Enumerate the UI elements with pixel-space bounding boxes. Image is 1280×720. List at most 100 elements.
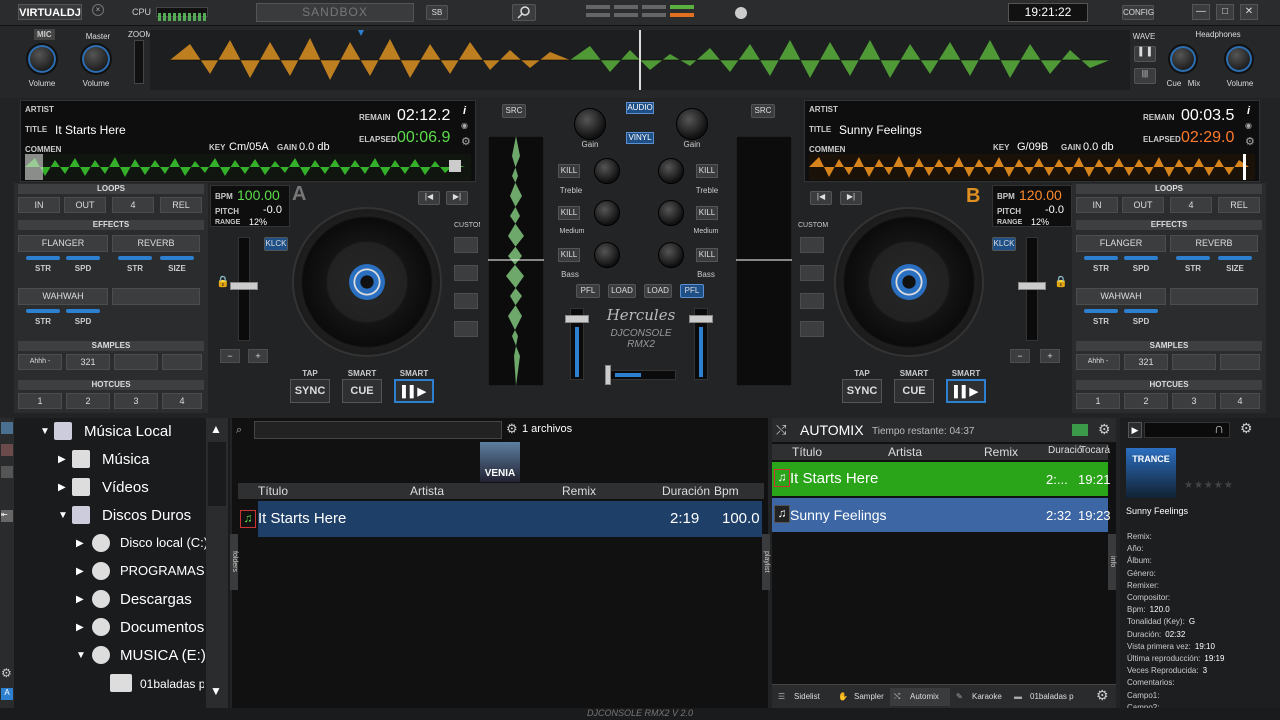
keylock-button[interactable]: KLCK bbox=[264, 237, 288, 251]
deck-b-medium-knob[interactable] bbox=[658, 200, 684, 226]
deck-b-medium-kill[interactable]: KILL bbox=[696, 206, 718, 220]
deck-a-treble-knob[interactable] bbox=[594, 158, 620, 184]
tab-sidelist[interactable]: ☰ Sidelist bbox=[774, 688, 834, 706]
browser-view-icon[interactable] bbox=[1, 422, 13, 434]
custom-button-1[interactable] bbox=[800, 237, 824, 253]
fx3-str-slider[interactable] bbox=[26, 309, 60, 313]
deck-a-bass-knob[interactable] bbox=[594, 242, 620, 268]
skin-selector[interactable]: SANDBOX bbox=[256, 3, 414, 22]
fx2-str-slider[interactable] bbox=[118, 256, 152, 260]
effect-wahwah-button[interactable]: WAHWAH bbox=[1076, 288, 1166, 305]
loop-out-button[interactable]: OUT bbox=[1122, 197, 1164, 213]
pitch-minus-button[interactable]: − bbox=[1010, 349, 1030, 363]
tab-sampler[interactable]: ✋ Sampler bbox=[834, 688, 892, 706]
minimize-icon[interactable]: — bbox=[1192, 4, 1210, 20]
close-icon[interactable]: ✕ bbox=[1240, 4, 1258, 20]
col-duration[interactable]: Duració bbox=[1048, 445, 1082, 456]
custom-button-2[interactable] bbox=[800, 265, 824, 281]
deck-a-src-button[interactable]: SRC bbox=[502, 104, 526, 118]
custom-button-1[interactable] bbox=[454, 237, 478, 253]
config-button[interactable]: CONFIG bbox=[1122, 5, 1154, 20]
pitch-plus-button[interactable]: + bbox=[1040, 349, 1060, 363]
tree-item-musica-local[interactable]: Música Local bbox=[84, 423, 172, 440]
fx1-str-slider[interactable] bbox=[26, 256, 60, 260]
info-tab[interactable]: info bbox=[1108, 534, 1116, 590]
tree-item-disco-c[interactable]: Disco local (C:) bbox=[120, 535, 208, 550]
fx3-spd-slider[interactable] bbox=[1124, 309, 1158, 313]
audio-mode-button[interactable]: AUDIO bbox=[626, 102, 654, 114]
info-icon[interactable]: i bbox=[463, 105, 466, 117]
loop-in-button[interactable]: IN bbox=[18, 197, 60, 213]
automix-row-next[interactable]: ♫ Sunny Feelings 2:32 19:23 bbox=[772, 498, 1111, 532]
mic-volume-knob[interactable] bbox=[26, 43, 58, 75]
sample-slot-4[interactable] bbox=[162, 354, 202, 370]
wave-mode-button[interactable]: ▌▐ bbox=[1134, 46, 1156, 62]
tree-item-discos-duros[interactable]: Discos Duros bbox=[102, 507, 191, 524]
side-settings-icon[interactable]: ⚙ bbox=[1240, 420, 1253, 437]
effect-reverb-button[interactable]: REVERB bbox=[1170, 235, 1258, 252]
deck-b-cue-button[interactable]: CUE bbox=[894, 379, 934, 403]
deck-a-jog-wheel[interactable] bbox=[292, 207, 442, 357]
browser-settings-icon[interactable]: ⚙ bbox=[1, 666, 12, 680]
crossfader[interactable] bbox=[605, 365, 676, 385]
loop-length-button[interactable]: 4 bbox=[112, 197, 154, 213]
vinyl-mode-button[interactable]: VINYL bbox=[626, 132, 654, 144]
headphones-icon[interactable]: ∩ bbox=[1214, 420, 1224, 436]
tree-item-videos[interactable]: Vídeos bbox=[102, 479, 149, 496]
tab-automix[interactable]: ⤭ Automix bbox=[890, 688, 950, 706]
scroll-thumb[interactable] bbox=[208, 442, 226, 506]
deck-b-sync-button[interactable]: SYNC bbox=[842, 379, 882, 403]
sb-button[interactable]: SB bbox=[426, 5, 448, 20]
deck-a-track-waveform[interactable] bbox=[25, 154, 471, 180]
tree-scrollbar[interactable]: ▲ ▼ bbox=[206, 418, 228, 716]
deck-b-bass-kill[interactable]: KILL bbox=[696, 248, 718, 262]
play-preview-icon[interactable]: ▶ bbox=[1128, 422, 1142, 438]
effect-reverb-button[interactable]: REVERB bbox=[112, 235, 200, 252]
deck-b-bass-knob[interactable] bbox=[658, 242, 684, 268]
back-icon[interactable]: ⇤ bbox=[1, 510, 13, 522]
sample-slot-1[interactable]: Ahhh - Scra... bbox=[18, 354, 62, 370]
deck-a-pfl-button[interactable]: PFL bbox=[576, 284, 600, 298]
next-track-icon[interactable]: ▶| bbox=[840, 191, 862, 205]
layout-selector[interactable] bbox=[586, 5, 696, 21]
keylock-button[interactable]: KLCK bbox=[992, 237, 1016, 251]
deck-a-sync-button[interactable]: SYNC bbox=[290, 379, 330, 403]
deck-a-medium-knob[interactable] bbox=[594, 200, 620, 226]
fx2-str-slider[interactable] bbox=[1176, 256, 1210, 260]
effect-flanger-button[interactable]: FLANGER bbox=[1076, 235, 1166, 252]
hotcue-2-button[interactable]: 2 bbox=[1124, 393, 1168, 409]
col-duration[interactable]: Duración bbox=[662, 484, 710, 498]
tree-item-descargas[interactable]: Descargas bbox=[120, 591, 192, 608]
rating-stars[interactable]: ★★★★★ bbox=[1184, 480, 1234, 491]
next-track-icon[interactable]: ▶| bbox=[446, 191, 468, 205]
deck-a-cue-button[interactable]: CUE bbox=[342, 379, 382, 403]
network-view-icon[interactable] bbox=[1, 466, 13, 478]
folders-tab[interactable]: folders bbox=[230, 534, 238, 590]
tab-folder[interactable]: ▬ 01baladas p bbox=[1010, 688, 1082, 706]
deck-b-treble-kill[interactable]: KILL bbox=[696, 164, 718, 178]
deck-b-track-waveform[interactable] bbox=[809, 154, 1255, 180]
tree-item-musica-e[interactable]: MUSICA (E:) bbox=[120, 647, 206, 664]
cue-mix-knob[interactable] bbox=[1168, 44, 1198, 74]
tree-item-musica[interactable]: Música bbox=[102, 451, 150, 468]
sample-slot-1[interactable]: Ahhh - Scra... bbox=[1076, 354, 1120, 370]
deck-b-pfl-button[interactable]: PFL bbox=[680, 284, 704, 298]
loop-reloop-button[interactable]: REL bbox=[1218, 197, 1260, 213]
eye-icon[interactable]: ◉ bbox=[461, 121, 468, 130]
tree-item-programas-d[interactable]: PROGRAMAS (D bbox=[120, 563, 208, 578]
deck-a-play-pause-button[interactable]: ▌▌▶ bbox=[394, 379, 434, 403]
deck-b-src-button[interactable]: SRC bbox=[751, 104, 775, 118]
loop-in-button[interactable]: IN bbox=[1076, 197, 1118, 213]
hotcue-1-button[interactable]: 1 bbox=[1076, 393, 1120, 409]
scroll-down-icon[interactable]: ▼ bbox=[210, 684, 222, 698]
effect-empty-slot[interactable] bbox=[112, 288, 200, 305]
fx3-spd-slider[interactable] bbox=[66, 309, 100, 313]
effect-empty-slot[interactable] bbox=[1170, 288, 1258, 305]
pitch-minus-button[interactable]: − bbox=[220, 349, 240, 363]
deck-b-gain-knob[interactable] bbox=[676, 108, 708, 140]
tree-item-documentos[interactable]: Documentos bbox=[120, 619, 204, 636]
fx2-size-slider[interactable] bbox=[160, 256, 194, 260]
deck-b-jog-wheel[interactable] bbox=[834, 207, 984, 357]
col-remix[interactable]: Remix bbox=[562, 484, 596, 498]
info-icon[interactable]: i bbox=[1247, 105, 1250, 117]
